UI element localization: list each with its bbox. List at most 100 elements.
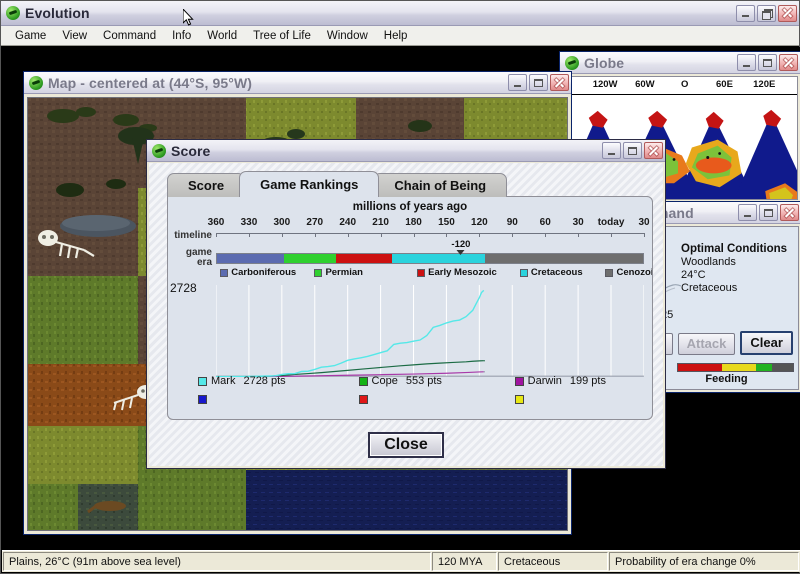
tab-score[interactable]: Score [167,173,246,197]
feeding-label: Feeding [705,373,748,385]
score-dialog-title: Score [171,142,211,159]
close-button-bar: Close [149,432,663,458]
legend-swatch2-darwin [514,395,524,404]
score-tabs: Score Game Rankings Chain of Being [167,171,653,197]
maximize-icon[interactable] [758,54,777,71]
maximize-icon[interactable] [529,74,548,91]
current-time-marker: -120 [451,239,471,255]
era-legend: Carboniferous Permian Early Mesozoic Cretac… [216,267,652,279]
score-window-buttons [602,142,663,159]
minimize-icon[interactable] [602,142,621,159]
minimize-icon[interactable] [508,74,527,91]
map-titlebar: Map - centered at (44°S, 95°W) [24,72,571,94]
legend-player-name: Cope [371,375,398,387]
command-title: mand [656,204,694,221]
clear-button[interactable]: Clear [740,331,793,355]
close-button[interactable]: Close [368,432,444,458]
status-bar: Plains, 26°C (91m above sea level) 120 M… [2,550,800,572]
series-line-mark [216,290,484,376]
menu-window[interactable]: Window [319,28,376,44]
timeline-tick-1: 330 [240,217,258,228]
command-value: 25 [661,309,674,321]
timeline-row-label: timeline [174,230,212,241]
score-dialog: Score Score Game Rankings Chain of Being [146,139,666,469]
globe-tick-1: 60W [635,79,655,90]
timeline-tick-0: 360 [207,217,225,228]
minimize-icon[interactable] [738,204,757,221]
era-legend-label: Cretaceous [530,267,583,278]
legend-swatch-mark [198,376,207,386]
legend-swatch-darwin [514,376,524,386]
menu-tree-of-life[interactable]: Tree of Life [245,28,319,44]
close-icon[interactable] [778,4,797,22]
mdi-desktop: Globe 120W 60W O 60E 120E mand Optimal C… [2,47,800,551]
era-legend-cretaceous: Cretaceous [519,267,583,278]
close-icon[interactable] [779,54,798,71]
menu-help[interactable]: Help [376,28,416,44]
main-titlebar: Evolution [1,1,799,26]
close-icon[interactable] [550,74,569,91]
main-window-buttons [736,4,797,22]
feeding-meter: Feeding [659,363,794,385]
timeline-tick-8: 120 [471,217,488,228]
map-title: Map - centered at (44°S, 95°W) [48,74,253,91]
menu-game[interactable]: Game [7,28,54,44]
close-icon[interactable] [644,142,663,159]
restore-icon[interactable] [757,4,776,22]
command-buttons: Attack Clear [659,331,793,355]
chart-title: millions of years ago [352,201,468,213]
timeline-tick-2: 300 [273,217,291,228]
main-window: Evolution Game View Command Info World T… [0,0,800,574]
timeline-section: timeline game era 360 330 300 270 240 210 180 1… [168,217,652,279]
era-legend-label: Cenozoic [616,267,652,278]
globe-tick-2: O [680,79,689,90]
timeline-tick-9: 90 [506,217,518,228]
evolution-logo-icon [28,75,43,90]
map-window-buttons [508,74,569,91]
legend-swatch2-mark [198,395,207,404]
maximize-icon[interactable] [623,142,642,159]
command-titlebar: mand [652,202,800,224]
minimize-icon[interactable] [737,54,756,71]
tab-game-rankings[interactable]: Game Rankings [239,171,380,197]
globe-window-buttons [737,54,798,71]
maximize-icon[interactable] [759,204,778,221]
minimize-icon[interactable] [736,4,755,22]
timeline-tick-3: 270 [306,217,324,228]
era-segment-carboniferous [217,254,284,263]
era-legend-label: Early Mesozoic [428,267,497,278]
era-bar[interactable] [216,253,644,264]
optimal-conditions-heading: Optimal Conditions [681,243,788,255]
timeline-tick-11: 30 [572,217,584,228]
menu-info[interactable]: Info [164,28,199,44]
command-window: mand Optimal Conditions Woodlands 24°C C… [651,201,800,393]
close-icon[interactable] [780,204,799,221]
era-segment-permian [283,254,337,263]
optimal-era: Cretaceous [681,282,738,294]
feeding-bar [677,363,794,372]
timeline-tick-marks [216,233,645,237]
command-body: Optimal Conditions Woodlands 24°C Cretac… [654,226,799,390]
evolution-logo-icon [5,6,20,21]
timeline-tick-12: today [597,217,625,228]
globe-title: Globe [584,54,625,71]
era-legend-permian: Permian [314,267,363,278]
era-segment-early-mesozoic [336,254,392,263]
era-legend-label: Carboniferous [231,267,297,278]
legend-swatch-cope [358,376,368,386]
menu-command[interactable]: Command [95,28,164,44]
globe-titlebar: Globe [560,52,800,74]
legend-player-score: 199 pts [569,375,606,387]
legend-item-cope: Cope 553 pts [358,375,442,387]
globe-longitude-axis: 120W 60W O 60E 120E [563,77,797,95]
tab-chain-of-being[interactable]: Chain of Being [373,173,508,197]
status-probability: Probability of era change 0% [609,552,799,571]
legend-player-name: Mark [211,375,236,387]
timeline-tick-6: 180 [405,217,422,228]
chart-legend: Mark 2728 pts Cope 553 pts Darwin 199 pts [198,375,644,409]
menu-view[interactable]: View [54,28,95,44]
menu-world[interactable]: World [199,28,245,44]
era-legend-label: Permian [325,267,363,278]
era-legend-swatch [519,268,528,277]
attack-button[interactable]: Attack [677,333,736,355]
